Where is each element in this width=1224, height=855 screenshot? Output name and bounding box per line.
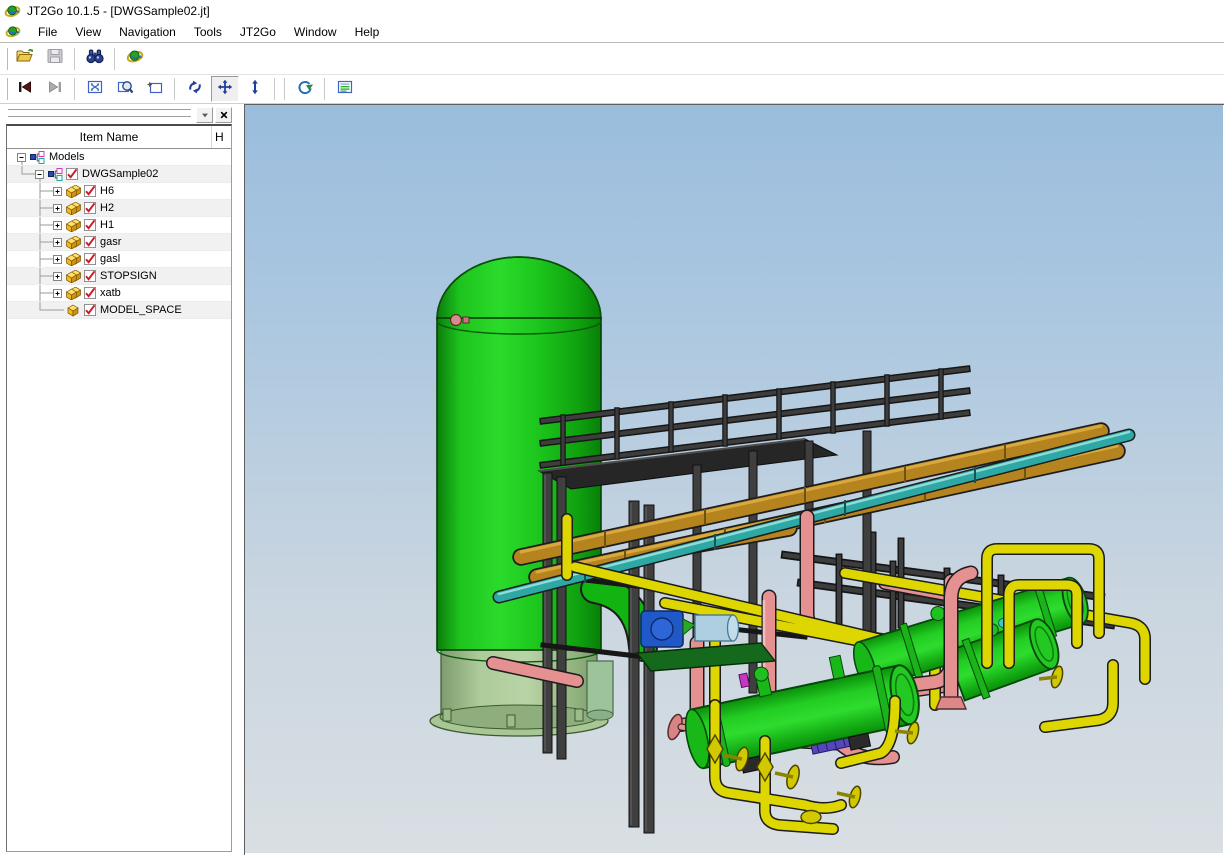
visibility-checkbox[interactable] <box>84 287 96 299</box>
jt2go-app-icon <box>4 3 21 19</box>
jt2go-logo-icon <box>126 48 144 69</box>
tree-row-model_space[interactable]: MODEL_SPACE <box>7 302 231 319</box>
viewport-3d[interactable] <box>244 104 1224 855</box>
toolbar-separator <box>324 78 326 100</box>
tree-item-label[interactable]: xatb <box>98 287 123 299</box>
tree-row-xatb[interactable]: xatb <box>7 285 231 302</box>
toolbar-separator <box>174 78 176 100</box>
zoom-area-icon <box>116 79 134 100</box>
panel-dropdown-button[interactable] <box>196 107 213 123</box>
tree-item-label[interactable]: H6 <box>98 185 116 197</box>
tree-item-label[interactable]: MODEL_SPACE <box>98 304 184 316</box>
menu-jt2go[interactable]: JT2Go <box>231 23 285 41</box>
close-icon <box>220 106 228 124</box>
pan-button[interactable] <box>211 76 239 102</box>
model-tree: Item Name H Models DWGSample02 H6 H2 H1 gasr g… <box>6 124 232 852</box>
tree-row-models[interactable]: Models <box>7 149 231 166</box>
tree-item-label[interactable]: gasl <box>98 253 122 265</box>
title-bar: JT2Go 10.1.5 - [DWGSample02.jt] <box>0 0 1224 21</box>
jt2go-document-icon <box>5 24 21 39</box>
zoom-area-button[interactable] <box>111 76 139 102</box>
menu-tools[interactable]: Tools <box>185 23 231 41</box>
menu-window[interactable]: Window <box>285 23 346 41</box>
visibility-checkbox[interactable] <box>84 185 96 197</box>
toolbar-standard-gripper[interactable] <box>3 48 8 70</box>
open-button[interactable] <box>11 46 39 72</box>
visibility-checkbox[interactable] <box>84 304 96 316</box>
pan-icon <box>216 79 234 100</box>
save-button <box>41 46 69 72</box>
next-frame-icon <box>46 79 64 100</box>
properties-button[interactable] <box>331 76 359 102</box>
column-header-item-name[interactable]: Item Name <box>7 126 212 148</box>
tree-panel-header <box>6 106 232 124</box>
update-view-button[interactable] <box>291 76 319 102</box>
open-folder-icon <box>16 48 34 69</box>
menu-navigation[interactable]: Navigation <box>110 23 185 41</box>
menu-bar: FileViewNavigationToolsJT2GoWindowHelp <box>0 21 1224 42</box>
window-fit-icon <box>146 79 164 100</box>
previous-frame-button[interactable] <box>11 76 39 102</box>
column-header-partial[interactable]: H <box>212 126 231 148</box>
toolbar-standard <box>0 43 1224 75</box>
panel-close-button[interactable] <box>215 107 232 123</box>
visibility-checkbox[interactable] <box>84 270 96 282</box>
main-area: Item Name H Models DWGSample02 H6 H2 H1 gasr g… <box>0 104 1224 854</box>
tree-row-stopsign[interactable]: STOPSIGN <box>7 268 231 285</box>
toolbar-separator <box>74 48 76 70</box>
tank-nozzle <box>451 315 462 326</box>
find-button[interactable] <box>81 46 109 72</box>
window-title: JT2Go 10.1.5 - [DWGSample02.jt] <box>27 4 210 18</box>
fit-all-icon <box>86 79 104 100</box>
zoom-vertical-icon <box>246 79 264 100</box>
tree-column-headers: Item Name H <box>7 126 231 149</box>
toolbar-separator <box>74 78 76 100</box>
tree-item-label[interactable]: gasr <box>98 236 123 248</box>
rotate-button[interactable] <box>181 76 209 102</box>
tree-row-gasl[interactable]: gasl <box>7 251 231 268</box>
visibility-checkbox[interactable] <box>84 236 96 248</box>
menu-view[interactable]: View <box>66 23 110 41</box>
toolbar-view-gripper[interactable] <box>3 78 8 100</box>
rotate-icon <box>186 79 204 100</box>
zoom-vertical-button[interactable] <box>241 76 269 102</box>
toolbar-view <box>0 75 1224 104</box>
visibility-checkbox[interactable] <box>84 253 96 265</box>
tree-item-label[interactable]: H2 <box>98 202 116 214</box>
tree-item-label[interactable]: H1 <box>98 219 116 231</box>
tree-row-h2[interactable]: H2 <box>7 200 231 217</box>
jt2go-button[interactable] <box>121 46 149 72</box>
visibility-checkbox[interactable] <box>84 219 96 231</box>
tree-item-label[interactable]: STOPSIGN <box>98 270 159 282</box>
properties-form-icon <box>336 79 354 100</box>
toolbar-separator <box>284 78 286 100</box>
toolbar-separator <box>114 48 116 70</box>
tree-row-h1[interactable]: H1 <box>7 217 231 234</box>
menu-help[interactable]: Help <box>346 23 389 41</box>
next-frame-button <box>41 76 69 102</box>
tree-row-gasr[interactable]: gasr <box>7 234 231 251</box>
tree-item-label[interactable]: DWGSample02 <box>80 168 160 180</box>
binoculars-icon <box>86 48 104 69</box>
chevron-down-icon <box>201 106 209 124</box>
panel-gripper[interactable] <box>8 107 191 123</box>
tree-row-dwgsample02[interactable]: DWGSample02 <box>7 166 231 183</box>
update-view-icon <box>296 79 314 100</box>
menu-file[interactable]: File <box>29 23 66 41</box>
fit-all-button[interactable] <box>81 76 109 102</box>
tree-rows: Models DWGSample02 H6 H2 H1 gasr gasl STOPSIGN x… <box>7 149 231 851</box>
model-tree-panel: Item Name H Models DWGSample02 H6 H2 H1 gasr g… <box>6 106 232 852</box>
tree-row-h6[interactable]: H6 <box>7 183 231 200</box>
toolbar-separator <box>274 78 276 100</box>
prev-frame-icon <box>16 79 34 100</box>
window-fit-button[interactable] <box>141 76 169 102</box>
save-icon <box>46 48 64 69</box>
visibility-checkbox[interactable] <box>84 202 96 214</box>
